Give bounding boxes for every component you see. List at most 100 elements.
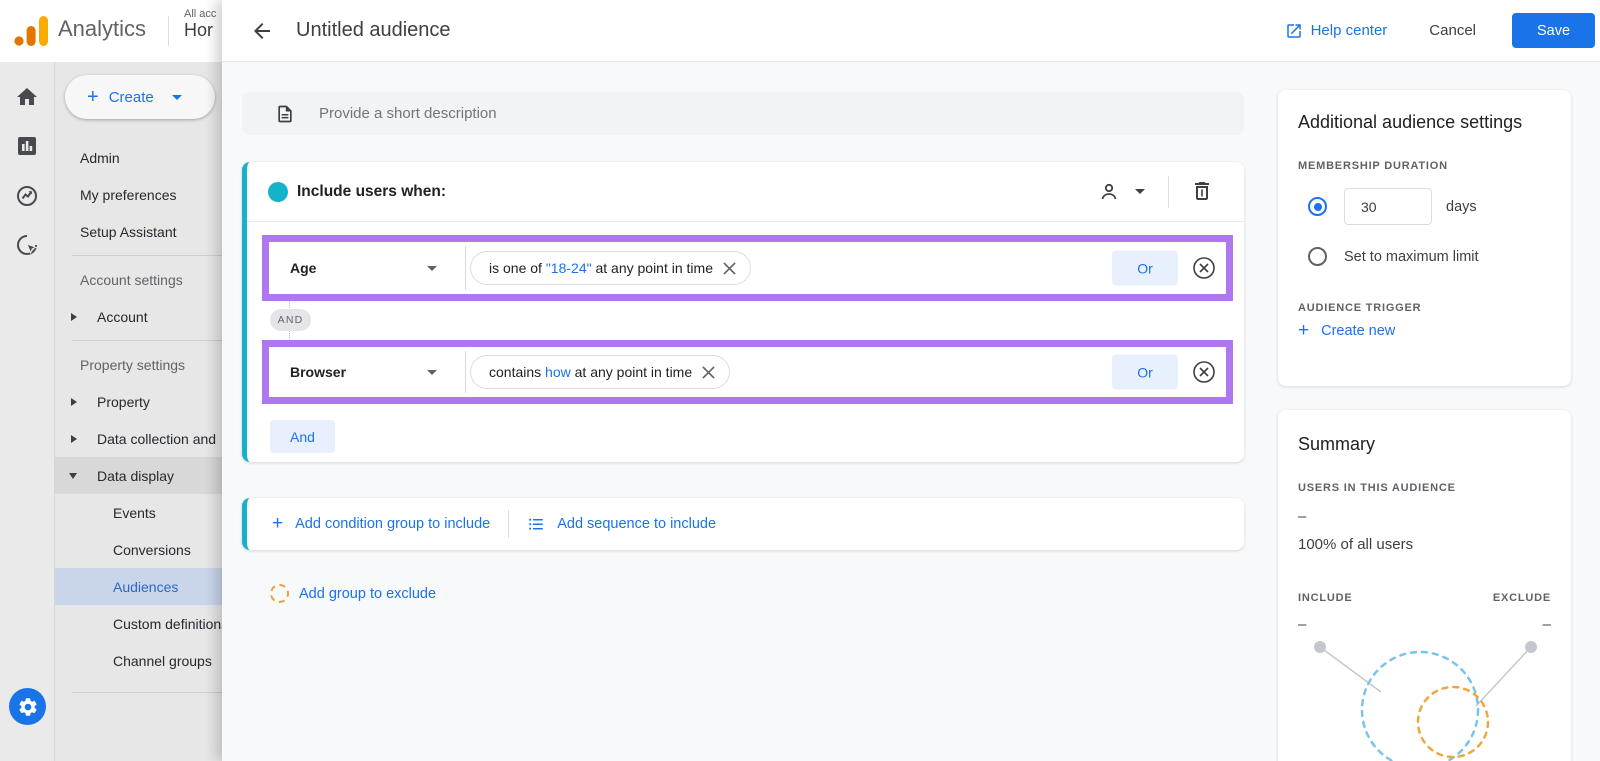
max-limit-radio[interactable] [1308,247,1327,266]
create-button-label: Create [109,89,154,106]
explore-icon[interactable] [15,184,39,208]
chevron-right-icon [71,435,77,443]
filter-text: at any point in time [571,364,692,380]
header-divider [1168,176,1169,208]
sidebar-item-custom-definitions[interactable]: Custom definitions [55,605,222,642]
sidebar-item-data-collection[interactable]: Data collection and [55,420,222,457]
filter-text: is one of [489,260,546,276]
section-property-settings: Property settings [55,346,222,383]
remove-circle-icon[interactable] [1192,360,1216,384]
save-button[interactable]: Save [1512,13,1595,48]
admin-sidenav: + Create Admin My preferences Setup Assi… [55,62,222,761]
sidebar-item-events[interactable]: Events [55,494,222,531]
sidebar-item-my-preferences[interactable]: My preferences [55,176,222,213]
chevron-down-icon[interactable] [1135,189,1145,194]
dashed-circle-exclude-icon [270,584,289,603]
condition-filter-chip[interactable]: is one of "18-24" at any point in time [470,251,751,285]
filter-value: how [545,364,571,380]
include-label: INCLUDE [1298,592,1353,604]
annotation-box-condition-1: Age is one of "18-24" at any point in ti… [262,235,1233,301]
or-button[interactable]: Or [1112,251,1178,286]
description-input[interactable] [319,105,1244,122]
settings-card-title: Additional audience settings [1298,112,1522,133]
help-center-link[interactable]: Help center [1285,22,1388,40]
sidenav-divider [72,692,222,693]
chevron-down-icon [69,473,77,479]
condition-row: Age is one of "18-24" at any point in ti… [269,242,1226,294]
duration-days-radio[interactable] [1308,197,1327,216]
gear-icon [17,696,39,718]
additional-settings-card: Additional audience settings MEMBERSHIP … [1278,90,1571,386]
account-scope-label: All acc [184,8,222,20]
add-group-to-exclude-button[interactable]: Add group to exclude [270,584,436,603]
topbar-divider [168,16,169,46]
add-condition-group-label: Add condition group to include [295,516,490,532]
row-divider [465,246,466,290]
chevron-down-icon[interactable] [427,370,437,375]
add-sequence-button[interactable]: Add sequence to include [527,515,716,533]
admin-gear-button[interactable] [9,688,46,725]
divider [508,510,509,538]
condition-filter-chip[interactable]: contains how at any point in time [470,355,730,389]
external-link-icon [1285,22,1303,40]
or-button[interactable]: Or [1112,355,1178,390]
include-dot-icon [268,182,288,202]
add-group-card: + Add condition group to include Add seq… [242,498,1244,550]
back-arrow-icon[interactable] [250,19,274,43]
sidebar-item-audiences[interactable]: Audiences [55,568,222,605]
plus-icon: + [1298,320,1309,342]
remove-circle-icon[interactable] [1192,256,1216,280]
description-bar [242,92,1244,135]
exclude-label: EXCLUDE [1493,592,1551,604]
add-condition-group-button[interactable]: + Add condition group to include [272,513,490,535]
audience-editor-panel: Untitled audience Help center Cancel Sav… [222,0,1600,761]
chevron-down-icon [172,95,182,100]
create-new-trigger-button[interactable]: + Create new [1298,320,1395,342]
filter-text: at any point in time [592,260,713,276]
annotation-box-condition-2: Browser contains how at any point in tim… [262,340,1233,404]
filter-text: contains [489,364,545,380]
account-switcher[interactable]: All acc Hor [184,8,222,41]
create-button[interactable]: + Create [65,75,215,119]
sidebar-item-property[interactable]: Property [55,383,222,420]
sidebar-item-admin[interactable]: Admin [55,139,222,176]
max-limit-label: Set to maximum limit [1344,249,1479,265]
dimension-dropdown[interactable]: Age [290,260,316,276]
summary-title: Summary [1298,434,1375,455]
sequence-list-icon [527,515,545,533]
add-and-condition-button[interactable]: And [270,420,335,453]
close-icon[interactable] [723,262,736,275]
create-new-label: Create new [1321,323,1395,339]
sidebar-item-setup-assistant[interactable]: Setup Assistant [55,213,222,250]
person-scope-icon[interactable] [1097,180,1121,204]
sidebar-item-data-display[interactable]: Data display [55,457,222,494]
audience-trigger-label: AUDIENCE TRIGGER [1298,302,1421,314]
editor-header: Untitled audience Help center Cancel Sav… [222,0,1600,62]
ga-logo-icon [14,16,48,46]
header-actions: Help center Cancel Save [1285,13,1600,48]
home-icon[interactable] [15,85,39,109]
duration-unit-label: days [1446,199,1477,215]
users-in-audience-label: USERS IN THIS AUDIENCE [1298,482,1456,494]
include-card-title: Include users when: [297,183,446,201]
sidebar-item-account[interactable]: Account [55,298,222,335]
advertising-icon[interactable] [15,233,39,257]
dimension-dropdown[interactable]: Browser [290,364,346,380]
ga-audience-builder: Analytics All acc Hor [0,0,1600,761]
chevron-down-icon[interactable] [427,266,437,271]
sidebar-item-channel-groups[interactable]: Channel groups [55,642,222,679]
sidenav-divider [72,340,222,341]
reports-icon[interactable] [15,134,39,158]
close-icon[interactable] [702,366,715,379]
nav-rail [0,62,55,761]
add-sequence-label: Add sequence to include [557,516,716,532]
cancel-button[interactable]: Cancel [1429,22,1476,39]
chevron-right-icon [71,313,77,321]
sidenav-divider [72,255,222,256]
sidebar-item-conversions[interactable]: Conversions [55,531,222,568]
duration-days-input[interactable] [1344,188,1432,225]
trash-icon[interactable] [1190,179,1214,203]
audience-venn-diagram [1278,630,1571,761]
document-icon [275,103,295,125]
membership-duration-label: MEMBERSHIP DURATION [1298,160,1448,172]
